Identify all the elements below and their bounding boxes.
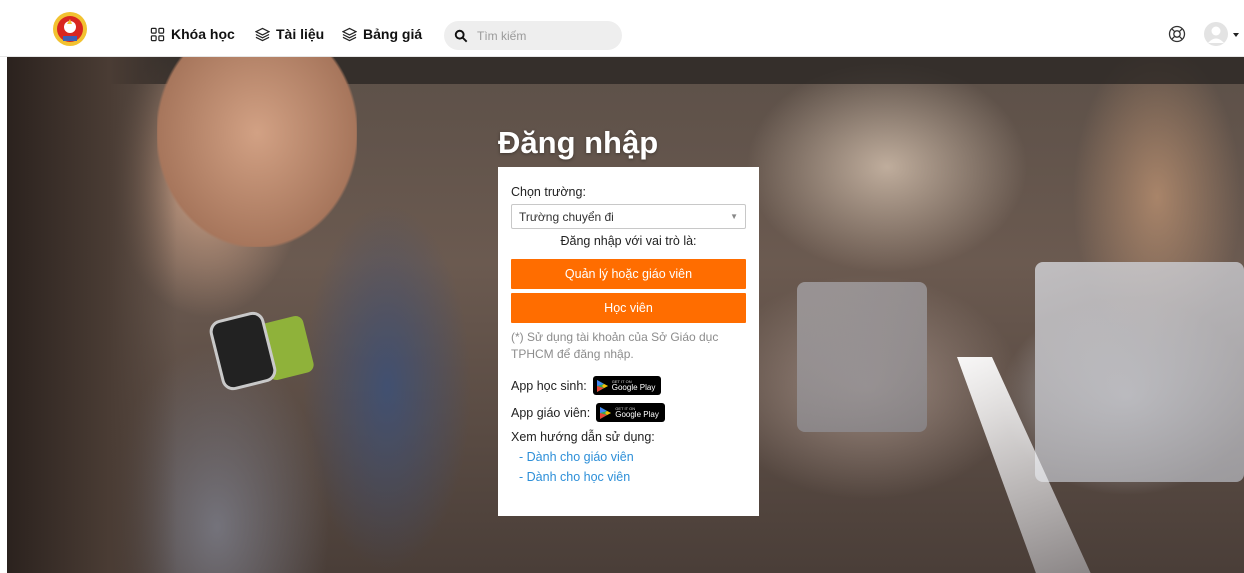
nav-pricing[interactable]: Bảng giá bbox=[342, 23, 422, 45]
google-play-icon bbox=[596, 379, 608, 392]
nav-courses-label: Khóa học bbox=[171, 26, 235, 42]
guide-teacher-link[interactable]: - Dành cho giáo viên bbox=[511, 450, 746, 464]
grid-icon bbox=[150, 27, 165, 41]
nav-docs-label: Tài liệu bbox=[276, 26, 325, 42]
student-login-button[interactable]: Học viên bbox=[511, 293, 746, 323]
lifebuoy-icon[interactable] bbox=[1168, 25, 1186, 43]
badge-big-text: Google Play bbox=[611, 382, 656, 392]
user-avatar-icon[interactable] bbox=[1203, 20, 1239, 48]
chevron-down-icon bbox=[1233, 33, 1239, 37]
guide-student-link[interactable]: - Dành cho học viên bbox=[511, 470, 746, 484]
layers-icon bbox=[255, 27, 270, 41]
login-note: (*) Sử dụng tài khoản của Sở Giáo dục TP… bbox=[511, 330, 719, 361]
layers-icon bbox=[342, 27, 357, 41]
teacher-app-row: App giáo viên: GET IT ON Google Play bbox=[511, 403, 746, 422]
login-title: Đăng nhập bbox=[498, 125, 659, 160]
logo-icon[interactable] bbox=[52, 11, 88, 47]
teacher-google-play-badge[interactable]: GET IT ON Google Play bbox=[596, 403, 665, 422]
student-app-label: App học sinh: bbox=[511, 378, 587, 393]
badge-big-text: Google Play bbox=[615, 409, 659, 419]
search-input[interactable] bbox=[477, 28, 617, 43]
school-select-value: Trường chuyển đi bbox=[519, 209, 614, 224]
top-navbar: Khóa học Tài liệu Bảng giá bbox=[0, 0, 1244, 57]
login-card: Chọn trường: Trường chuyển đi ▼ Đăng nhậ… bbox=[498, 167, 759, 516]
school-label: Chọn trường: bbox=[511, 185, 586, 199]
student-app-row: App học sinh: GET IT ON Google Play bbox=[511, 376, 746, 395]
search-icon bbox=[454, 29, 468, 42]
manager-teacher-login-button[interactable]: Quản lý hoặc giáo viên bbox=[511, 259, 746, 289]
search-box[interactable] bbox=[444, 21, 622, 50]
chevron-down-icon: ▼ bbox=[730, 212, 738, 221]
student-google-play-badge[interactable]: GET IT ON Google Play bbox=[592, 376, 662, 395]
nav-pricing-label: Bảng giá bbox=[363, 26, 423, 42]
school-select[interactable]: Trường chuyển đi ▼ bbox=[511, 204, 746, 229]
google-play-icon bbox=[600, 406, 612, 419]
nav-docs[interactable]: Tài liệu bbox=[255, 23, 324, 45]
teacher-app-label: App giáo viên: bbox=[511, 405, 591, 420]
role-prompt: Đăng nhập với vai trò là: bbox=[560, 234, 697, 248]
nav-courses[interactable]: Khóa học bbox=[150, 23, 235, 45]
guide-label: Xem hướng dẫn sử dụng: bbox=[511, 430, 655, 444]
